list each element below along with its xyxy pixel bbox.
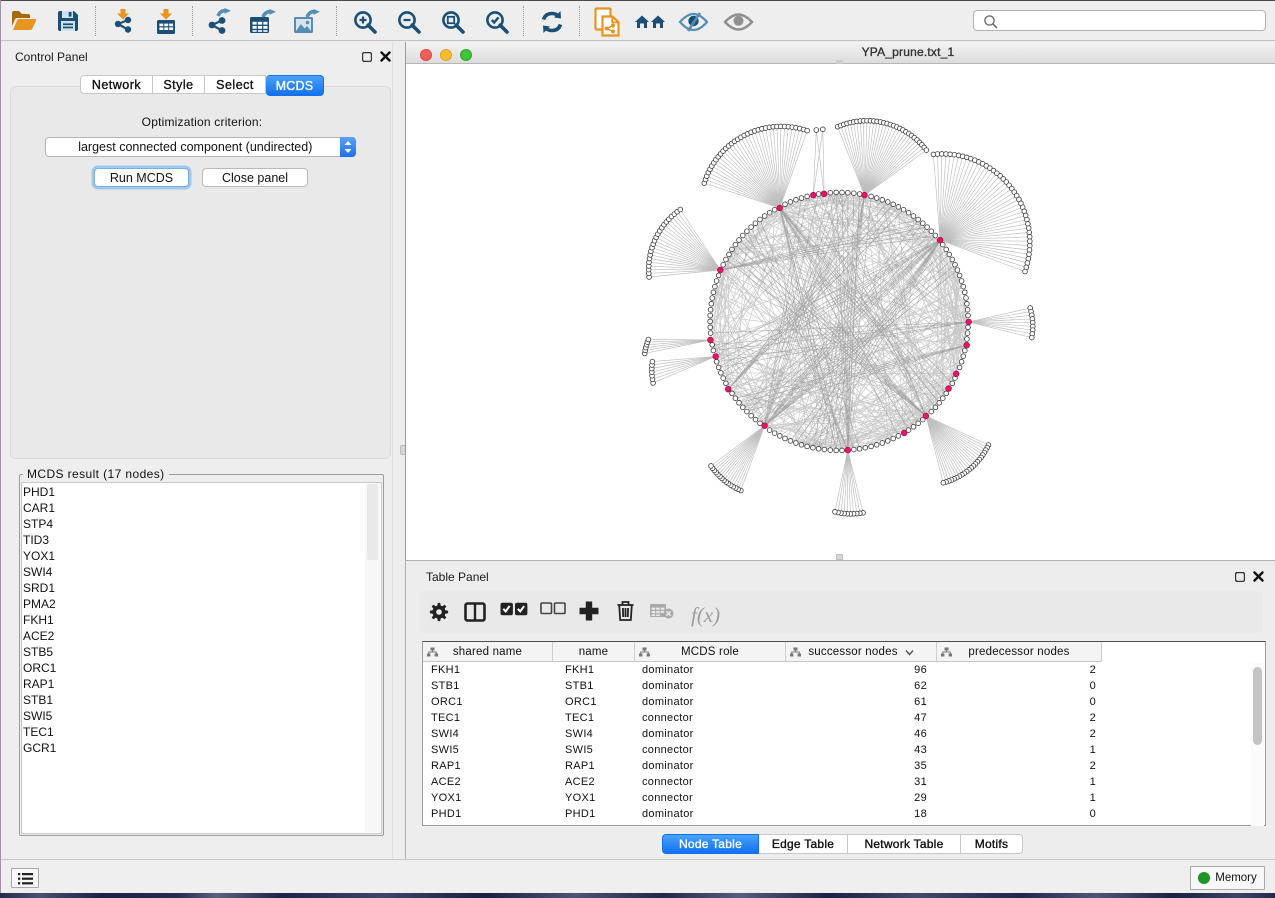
svg-text:f(x): f(x) <box>691 603 720 627</box>
